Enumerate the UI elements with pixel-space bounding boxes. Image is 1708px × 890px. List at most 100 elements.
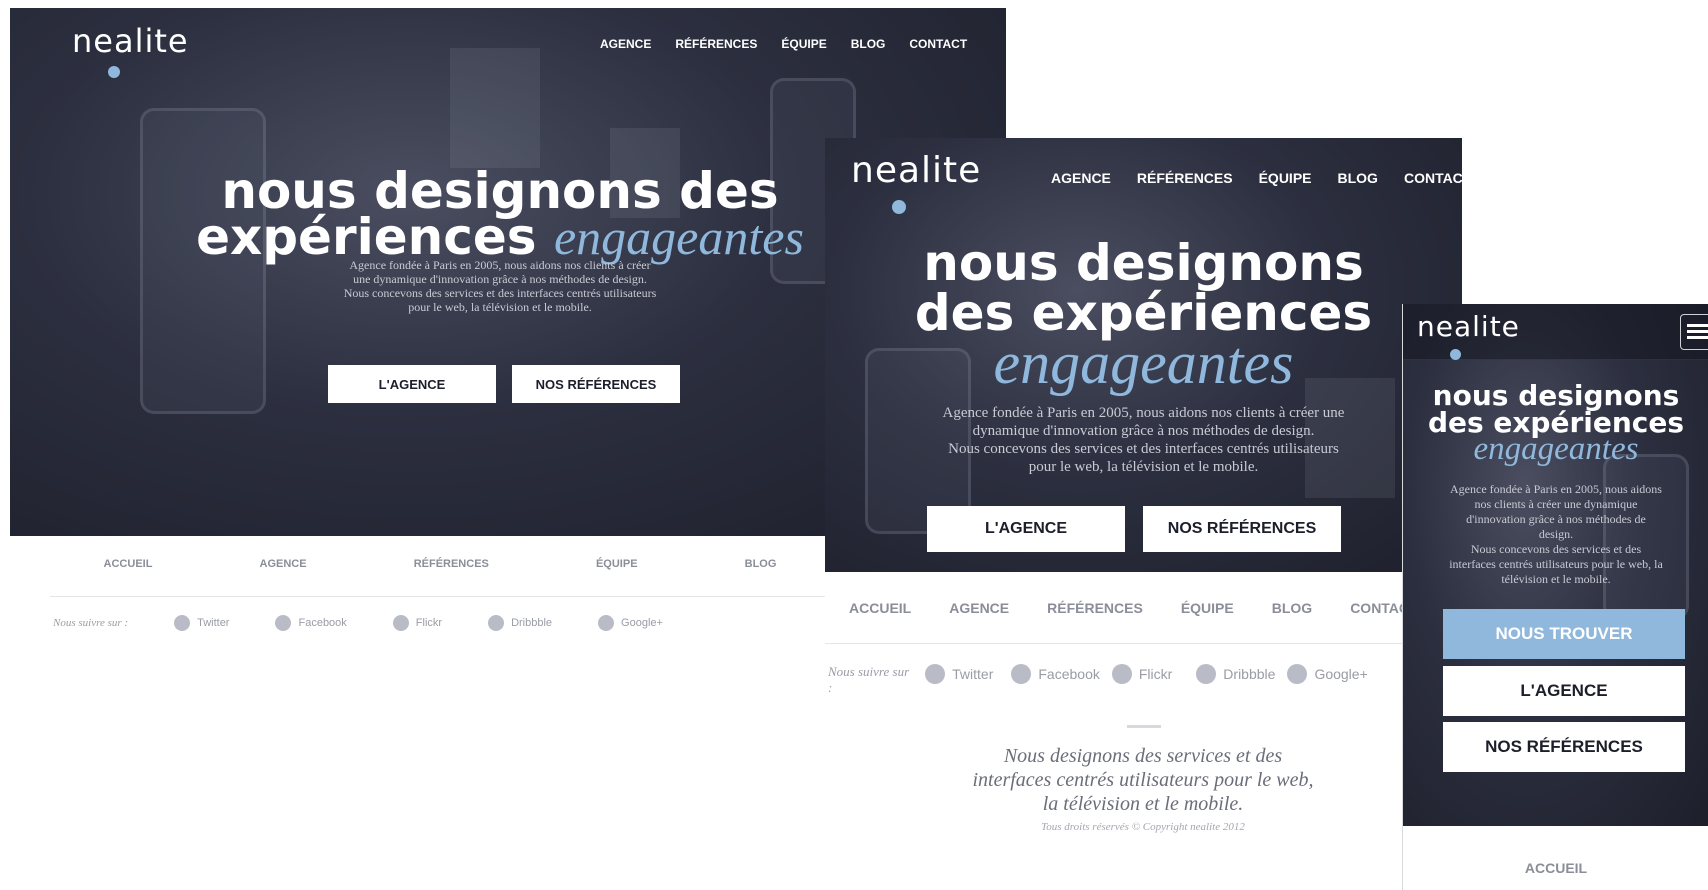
nav-item-contact[interactable]: CONTACT <box>1404 170 1462 186</box>
logo-text: nealite <box>1417 310 1520 343</box>
twitter-link[interactable]: Twitter <box>925 664 993 684</box>
intro-line: Agence fondée à Paris en 2005, nous aido… <box>942 405 1345 421</box>
nous-trouver-button[interactable]: NOUS TROUVER <box>1443 609 1685 659</box>
nav-item-blog[interactable]: BLOG <box>851 37 886 51</box>
footer-nav: ACCUEIL AGENCE RÉFÉRENCES ÉQUIPE BLOG CO… <box>825 600 1462 616</box>
intro-line: une dynamique d'innovation grâce à nos m… <box>353 272 647 286</box>
mobile-frame: nealite nous designons des expériences e… <box>1402 304 1708 890</box>
facebook-link[interactable]: Facebook <box>1011 664 1100 684</box>
hero-intro: Agence fondée à Paris en 2005, nous aido… <box>290 258 710 314</box>
headline-line-1: nous designons <box>1432 379 1680 412</box>
nav-item-equipe[interactable]: ÉQUIPE <box>781 37 826 51</box>
logo[interactable]: nealite <box>72 22 189 78</box>
headline-emphasis: engageantes <box>553 209 804 265</box>
agence-button[interactable]: L'AGENCE <box>1443 666 1685 716</box>
hero-headline: nous designons des expériences engageant… <box>825 234 1462 396</box>
nav-item-contact[interactable]: CONTACT <box>909 37 967 51</box>
intro-line: design. <box>1538 527 1574 541</box>
tablet-hero: nealite AGENCE RÉFÉRENCES ÉQUIPE BLOG CO… <box>825 138 1462 572</box>
intro-line: pour le web, la télévision et le mobile. <box>408 300 592 314</box>
follow-label: Nous suivre sur : <box>828 664 910 695</box>
tagline-line: interfaces centrés utilisateurs pour le … <box>972 769 1314 791</box>
logo-dot <box>108 66 120 78</box>
intro-line: Agence fondée à Paris en 2005, nous aido… <box>1450 482 1662 496</box>
hamburger-icon <box>1687 324 1708 327</box>
facebook-icon <box>1011 664 1032 684</box>
twitter-link[interactable]: Twitter <box>174 615 229 631</box>
footer-nav-accueil[interactable]: ACCUEIL <box>849 600 911 616</box>
references-button[interactable]: NOS RÉFÉRENCES <box>1443 722 1685 772</box>
nav-item-references[interactable]: RÉFÉRENCES <box>1137 170 1233 186</box>
intro-line: Agence fondée à Paris en 2005, nous aido… <box>349 258 651 272</box>
logo-dot <box>892 200 906 214</box>
facebook-link[interactable]: Facebook <box>275 615 347 631</box>
main-nav: AGENCE RÉFÉRENCES ÉQUIPE BLOG CONTACT <box>1051 170 1462 186</box>
nav-item-references[interactable]: RÉFÉRENCES <box>675 37 757 51</box>
intro-line: Nous concevons des services et des inter… <box>948 441 1339 457</box>
agence-button[interactable]: L'AGENCE <box>328 365 496 403</box>
intro-line: pour le web, la télévision et le mobile. <box>1028 459 1259 475</box>
tablet-frame: nealite AGENCE RÉFÉRENCES ÉQUIPE BLOG CO… <box>825 138 1462 890</box>
footer-divider <box>825 643 1462 644</box>
menu-toggle-button[interactable] <box>1680 314 1708 350</box>
intro-line: dynamique d'innovation grâce à nos métho… <box>972 423 1315 439</box>
flickr-link[interactable]: Flickr <box>392 615 442 631</box>
intro-line: interfaces centrés utilisateurs pour le … <box>1449 557 1663 571</box>
intro-line: Nous concevons des services et des <box>1470 542 1642 556</box>
agence-button[interactable]: L'AGENCE <box>927 506 1125 552</box>
googleplus-icon <box>598 615 615 631</box>
footer-nav-agence[interactable]: AGENCE <box>949 600 1009 616</box>
footer-nav-accueil[interactable]: ACCUEIL <box>104 558 153 570</box>
intro-line: d'innovation grâce à nos méthodes de <box>1466 512 1646 526</box>
footer-nav-blog[interactable]: BLOG <box>745 558 777 570</box>
hero-photo-sheet <box>450 48 540 168</box>
hero-headline: nous designons des expériences engageant… <box>1403 379 1708 467</box>
googleplus-icon <box>1287 664 1308 684</box>
intro-line: nos clients à créer une dynamique <box>1474 497 1638 511</box>
googleplus-link[interactable]: Google+ <box>598 615 663 631</box>
googleplus-link[interactable]: Google+ <box>1287 664 1368 684</box>
follow-label: Nous suivre sur : <box>53 617 129 629</box>
mobile-hero: nealite nous designons des expériences e… <box>1403 304 1708 826</box>
footer-nav-agence[interactable]: AGENCE <box>260 558 307 570</box>
references-button[interactable]: NOS RÉFÉRENCES <box>512 365 680 403</box>
hero-headline: nous designons des expériences engageant… <box>160 166 840 262</box>
copyright: Tous droits réservés © Copyright nealite… <box>1041 821 1245 833</box>
tagline-divider <box>1127 725 1161 728</box>
hero-intro: Agence fondée à Paris en 2005, nous aido… <box>905 404 1382 476</box>
logo-dot <box>1450 349 1461 360</box>
footer-nav-references[interactable]: RÉFÉRENCES <box>1047 600 1143 616</box>
footer-nav-blog[interactable]: BLOG <box>1272 600 1312 616</box>
facebook-icon <box>275 615 292 631</box>
tagline-line: la télévision et le mobile. <box>1042 793 1244 815</box>
footer-divider <box>50 596 830 597</box>
footer-nav-references[interactable]: RÉFÉRENCES <box>414 558 489 570</box>
footer-nav-accueil[interactable]: ACCUEIL <box>1525 860 1587 876</box>
logo-text: nealite <box>72 22 189 60</box>
headline-emphasis: engageantes <box>1473 431 1639 467</box>
twitter-icon <box>925 664 946 684</box>
nav-item-equipe[interactable]: ÉQUIPE <box>1259 170 1312 186</box>
nav-item-agence[interactable]: AGENCE <box>600 37 651 51</box>
dribbble-link[interactable]: Dribbble <box>1196 664 1275 684</box>
main-nav: AGENCE RÉFÉRENCES ÉQUIPE BLOG CONTACT <box>600 37 967 51</box>
logo[interactable]: nealite <box>851 150 982 214</box>
social-links: Nous suivre sur : Twitter Facebook Flick… <box>828 664 1368 696</box>
headline-emphasis: engageantes <box>993 330 1294 396</box>
footer-nav-equipe[interactable]: ÉQUIPE <box>1181 600 1234 616</box>
nav-item-blog[interactable]: BLOG <box>1338 170 1378 186</box>
footer-nav: ACCUEIL AGENCE RÉFÉRENCES ÉQUIPE BLOG <box>50 558 830 570</box>
hero-intro: Agence fondée à Paris en 2005, nous aido… <box>1411 482 1701 587</box>
social-links: Nous suivre sur : Twitter Facebook Flick… <box>53 615 663 631</box>
footer-nav-equipe[interactable]: ÉQUIPE <box>596 558 638 570</box>
logo-text: nealite <box>851 150 982 191</box>
flickr-link[interactable]: Flickr <box>1111 664 1172 684</box>
references-button[interactable]: NOS RÉFÉRENCES <box>1143 506 1341 552</box>
logo[interactable]: nealite <box>1417 310 1520 360</box>
nav-item-agence[interactable]: AGENCE <box>1051 170 1111 186</box>
intro-line: Nous concevons des services et des inter… <box>343 286 657 300</box>
headline-line-1: nous designons <box>923 234 1364 292</box>
flickr-icon <box>1111 664 1132 684</box>
dribbble-link[interactable]: Dribbble <box>488 615 552 631</box>
intro-line: télévision et le mobile. <box>1501 572 1611 586</box>
